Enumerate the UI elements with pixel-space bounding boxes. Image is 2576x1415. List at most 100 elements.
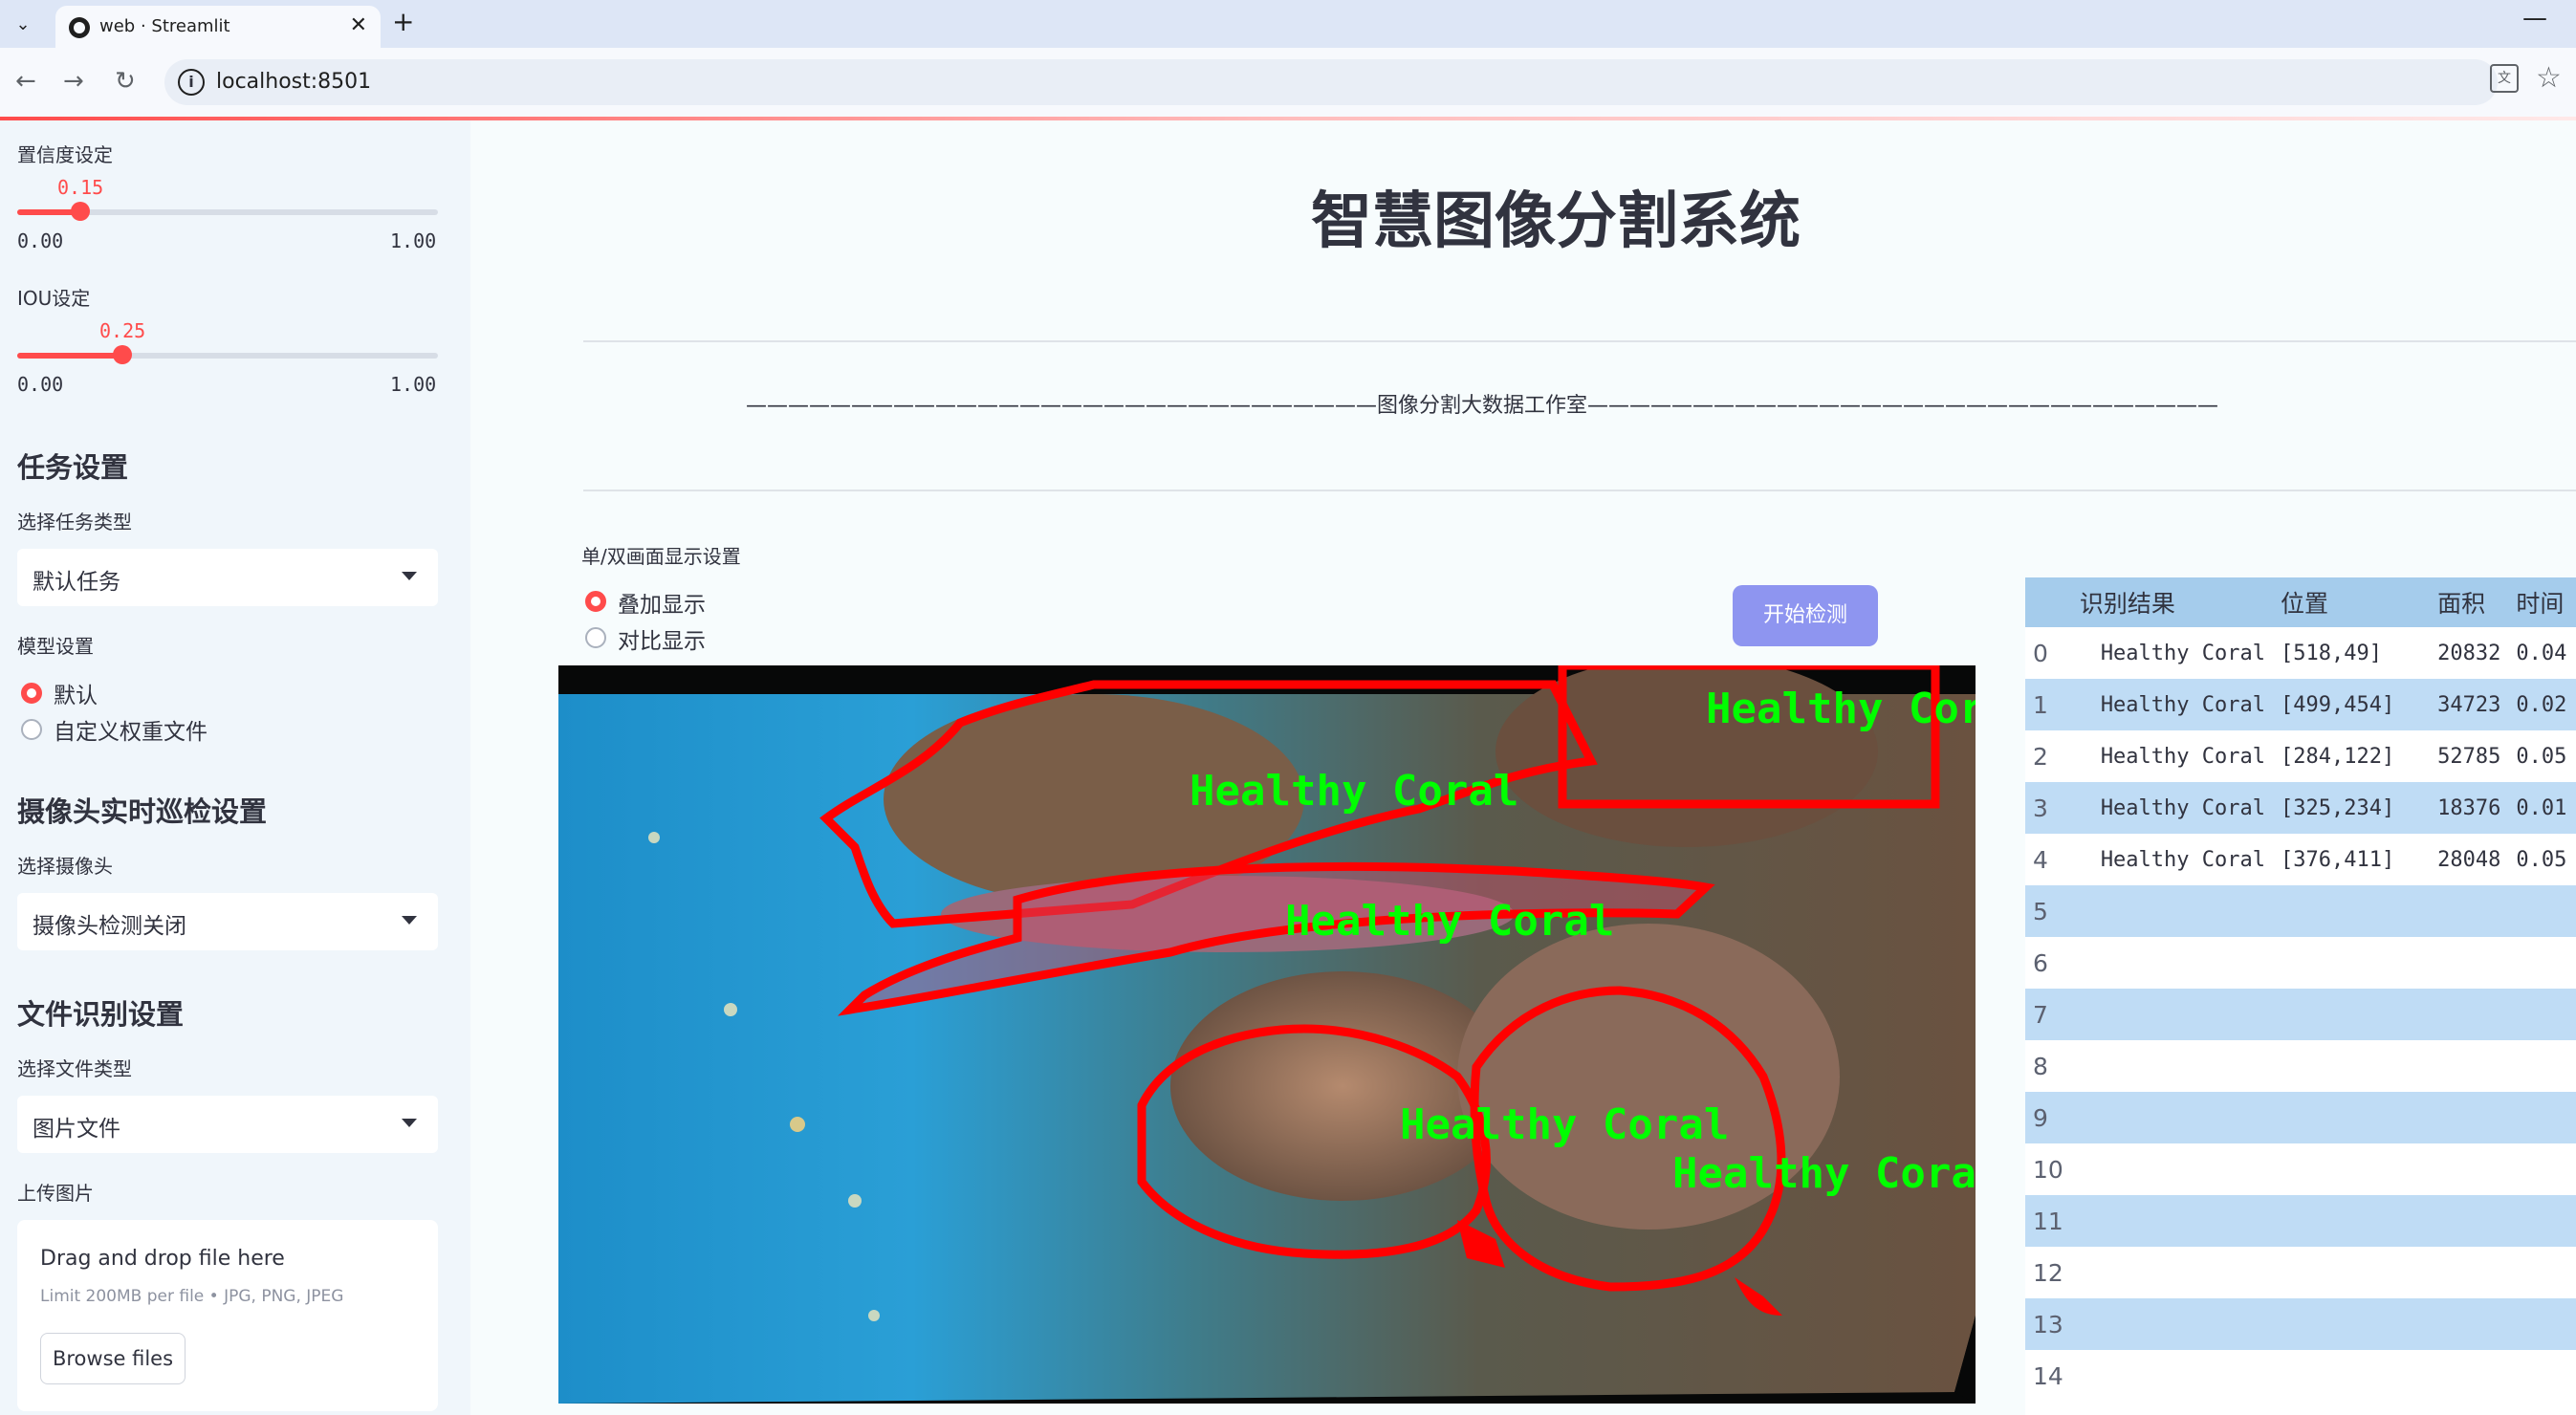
file-dropzone[interactable]: Drag and drop file here Limit 200MB per … [17, 1220, 438, 1411]
cell-time [2508, 937, 2576, 989]
compare-display-radio[interactable] [585, 627, 606, 648]
row-index: 10 [2025, 1143, 2072, 1195]
confidence-value: 0.15 [57, 176, 104, 199]
dropzone-title: Drag and drop file here [40, 1247, 285, 1271]
cell-area [2430, 885, 2509, 937]
forward-icon[interactable]: → [63, 67, 84, 96]
cell-area: 20832 [2430, 627, 2509, 679]
table-row[interactable]: 6 [2025, 937, 2576, 989]
minimize-icon[interactable]: — [2522, 4, 2547, 33]
model-default-radio[interactable] [21, 683, 42, 704]
cell-area [2430, 1350, 2509, 1402]
cell-area: 34723 [2430, 679, 2509, 730]
reload-icon[interactable]: ↻ [115, 67, 136, 96]
main-content: 智慧图像分割系统 ——————————————————————————————图… [470, 120, 2576, 1415]
cell-label [2071, 1350, 2273, 1402]
file-type-select[interactable]: 图片文件 [17, 1096, 438, 1153]
model-custom-label[interactable]: 自定义权重文件 [54, 713, 207, 746]
tab-title: web · Streamlit [99, 16, 230, 36]
back-icon[interactable]: ← [15, 67, 36, 96]
cell-label: Healthy Coral [2071, 782, 2273, 834]
cell-label: Healthy Coral [2071, 679, 2273, 730]
cell-area [2430, 937, 2509, 989]
row-index: 4 [2025, 834, 2072, 885]
iou-slider-thumb[interactable] [113, 345, 132, 364]
camera-select-label: 选择摄像头 [17, 855, 113, 878]
start-detection-button[interactable]: 开始检测 [1733, 585, 1878, 646]
overlay-display-label[interactable]: 叠加显示 [618, 586, 706, 619]
cell-position [2273, 1350, 2431, 1402]
cell-position: [325,234] [2273, 782, 2431, 834]
table-row[interactable]: 12 [2025, 1247, 2576, 1298]
browser-tab[interactable]: web · Streamlit ✕ [55, 6, 381, 48]
url-text: localhost:8501 [216, 70, 372, 94]
sidebar: 置信度设定 0.15 0.00 1.00 IOU设定 0.25 0.00 1.0… [0, 120, 470, 1415]
table-row[interactable]: 7 [2025, 989, 2576, 1040]
table-row[interactable]: 13 [2025, 1298, 2576, 1350]
site-info-icon[interactable]: i [178, 69, 205, 96]
bookmark-star-icon[interactable]: ☆ [2536, 61, 2562, 95]
iou-slider[interactable] [17, 345, 438, 364]
confidence-min: 0.00 [17, 229, 64, 252]
results-table[interactable]: 识别结果 位置 面积 时间 0 Healthy Coral [518,49] 2… [2025, 577, 2576, 1415]
table-row[interactable]: 14 [2025, 1350, 2576, 1402]
overlay-display-radio[interactable] [585, 591, 606, 612]
table-row[interactable]: 2 Healthy Coral [284,122] 52785 0.05 [2025, 730, 2576, 782]
browse-files-button[interactable]: Browse files [40, 1333, 186, 1384]
model-default-label[interactable]: 默认 [54, 677, 98, 709]
row-index: 9 [2025, 1092, 2072, 1143]
column-header-label[interactable]: 识别结果 [2071, 577, 2273, 627]
camera-select[interactable]: 摄像头检测关闭 [17, 893, 438, 950]
table-row[interactable]: 1 Healthy Coral [499,454] 34723 0.02 [2025, 679, 2576, 730]
column-header-area[interactable]: 面积 [2430, 577, 2509, 627]
table-row[interactable]: 9 [2025, 1092, 2576, 1143]
row-index: 1 [2025, 679, 2072, 730]
tab-dropdown-icon[interactable]: ⌄ [8, 10, 38, 40]
chevron-down-icon [402, 916, 417, 925]
cell-time: 0.05 [2508, 834, 2576, 885]
cell-area [2430, 1298, 2509, 1350]
mask-label-5: Healthy Coral [1672, 1149, 1976, 1198]
model-settings-label: 模型设置 [17, 635, 94, 658]
table-row[interactable]: 4 Healthy Coral [376,411] 28048 0.05 [2025, 834, 2576, 885]
cell-label [2071, 937, 2273, 989]
row-index: 13 [2025, 1298, 2072, 1350]
table-row[interactable]: 8 [2025, 1040, 2576, 1092]
segmentation-result-image: Healthy Coral Healthy Coral Healthy Cora… [558, 665, 1976, 1404]
iou-label: IOU设定 [17, 287, 91, 310]
table-row[interactable]: 3 Healthy Coral [325,234] 18376 0.01 [2025, 782, 2576, 834]
cell-time [2508, 1350, 2576, 1402]
table-row[interactable]: 11 [2025, 1195, 2576, 1247]
studio-divider-text: ——————————————————————————————图像分割大数据工作室… [745, 394, 2218, 418]
cell-position [2273, 1298, 2431, 1350]
column-header-position[interactable]: 位置 [2273, 577, 2431, 627]
cell-position: [499,454] [2273, 679, 2431, 730]
translate-icon[interactable]: 文 [2490, 64, 2519, 93]
confidence-slider-thumb[interactable] [71, 202, 90, 221]
cell-label: Healthy Coral [2071, 627, 2273, 679]
cell-area: 28048 [2430, 834, 2509, 885]
divider-top [583, 340, 2576, 342]
model-custom-radio[interactable] [21, 719, 42, 740]
address-bar[interactable]: i localhost:8501 [164, 59, 2498, 105]
confidence-max: 1.00 [390, 229, 437, 252]
column-header-time[interactable]: 时间 [2508, 577, 2576, 627]
task-type-select[interactable]: 默认任务 [17, 549, 438, 606]
cell-position [2273, 1247, 2431, 1298]
new-tab-icon[interactable]: + [392, 6, 414, 37]
file-type-value: 图片文件 [33, 1117, 120, 1142]
table-row[interactable]: 10 [2025, 1143, 2576, 1195]
results-table-grid: 识别结果 位置 面积 时间 0 Healthy Coral [518,49] 2… [2025, 577, 2576, 1402]
cell-position [2273, 1040, 2431, 1092]
column-header-index[interactable] [2025, 577, 2072, 627]
cell-position: [284,122] [2273, 730, 2431, 782]
mask-label-1: Healthy Coral [1190, 767, 1518, 816]
confidence-slider[interactable] [17, 202, 438, 221]
cell-position [2273, 1092, 2431, 1143]
close-tab-icon[interactable]: ✕ [350, 13, 367, 37]
compare-display-label[interactable]: 对比显示 [618, 622, 706, 655]
table-row[interactable]: 5 [2025, 885, 2576, 937]
table-row[interactable]: 0 Healthy Coral [518,49] 20832 0.04 [2025, 627, 2576, 679]
file-type-label: 选择文件类型 [17, 1057, 132, 1080]
cell-position: [376,411] [2273, 834, 2431, 885]
